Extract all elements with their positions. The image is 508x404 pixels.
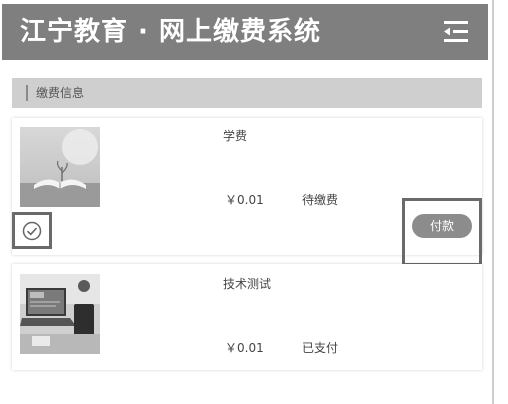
- payment-status: 已支付: [302, 341, 339, 355]
- item-price: ￥0.01: [225, 193, 264, 207]
- app-frame: 江宁教育 · 网上缴费系统 缴费信息 学费 ￥0.01 待缴费 付款 技术测试 …: [0, 0, 494, 404]
- item-name: 技术测试: [223, 277, 272, 291]
- menu-collapse-icon[interactable]: [440, 18, 470, 46]
- check-circle-icon: [22, 221, 42, 241]
- payment-status: 待缴费: [302, 193, 339, 207]
- select-checkbox[interactable]: [12, 212, 52, 249]
- pay-button[interactable]: 付款: [412, 214, 472, 238]
- item-thumbnail-laptop: [20, 274, 100, 354]
- header-bar: 江宁教育 · 网上缴费系统: [2, 4, 488, 60]
- item-name: 学费: [223, 129, 248, 143]
- section-accent-line: [26, 85, 28, 101]
- page-title: 江宁教育 · 网上缴费系统: [20, 17, 321, 47]
- item-price: ￥0.01: [225, 341, 264, 355]
- payment-item-card: 技术测试 ￥0.01 已支付: [12, 264, 482, 370]
- payment-item-card: 学费 ￥0.01 待缴费 付款: [12, 118, 482, 266]
- item-thumbnail-book: [20, 127, 100, 207]
- section-title: 缴费信息: [36, 86, 85, 100]
- section-header: 缴费信息: [12, 78, 482, 108]
